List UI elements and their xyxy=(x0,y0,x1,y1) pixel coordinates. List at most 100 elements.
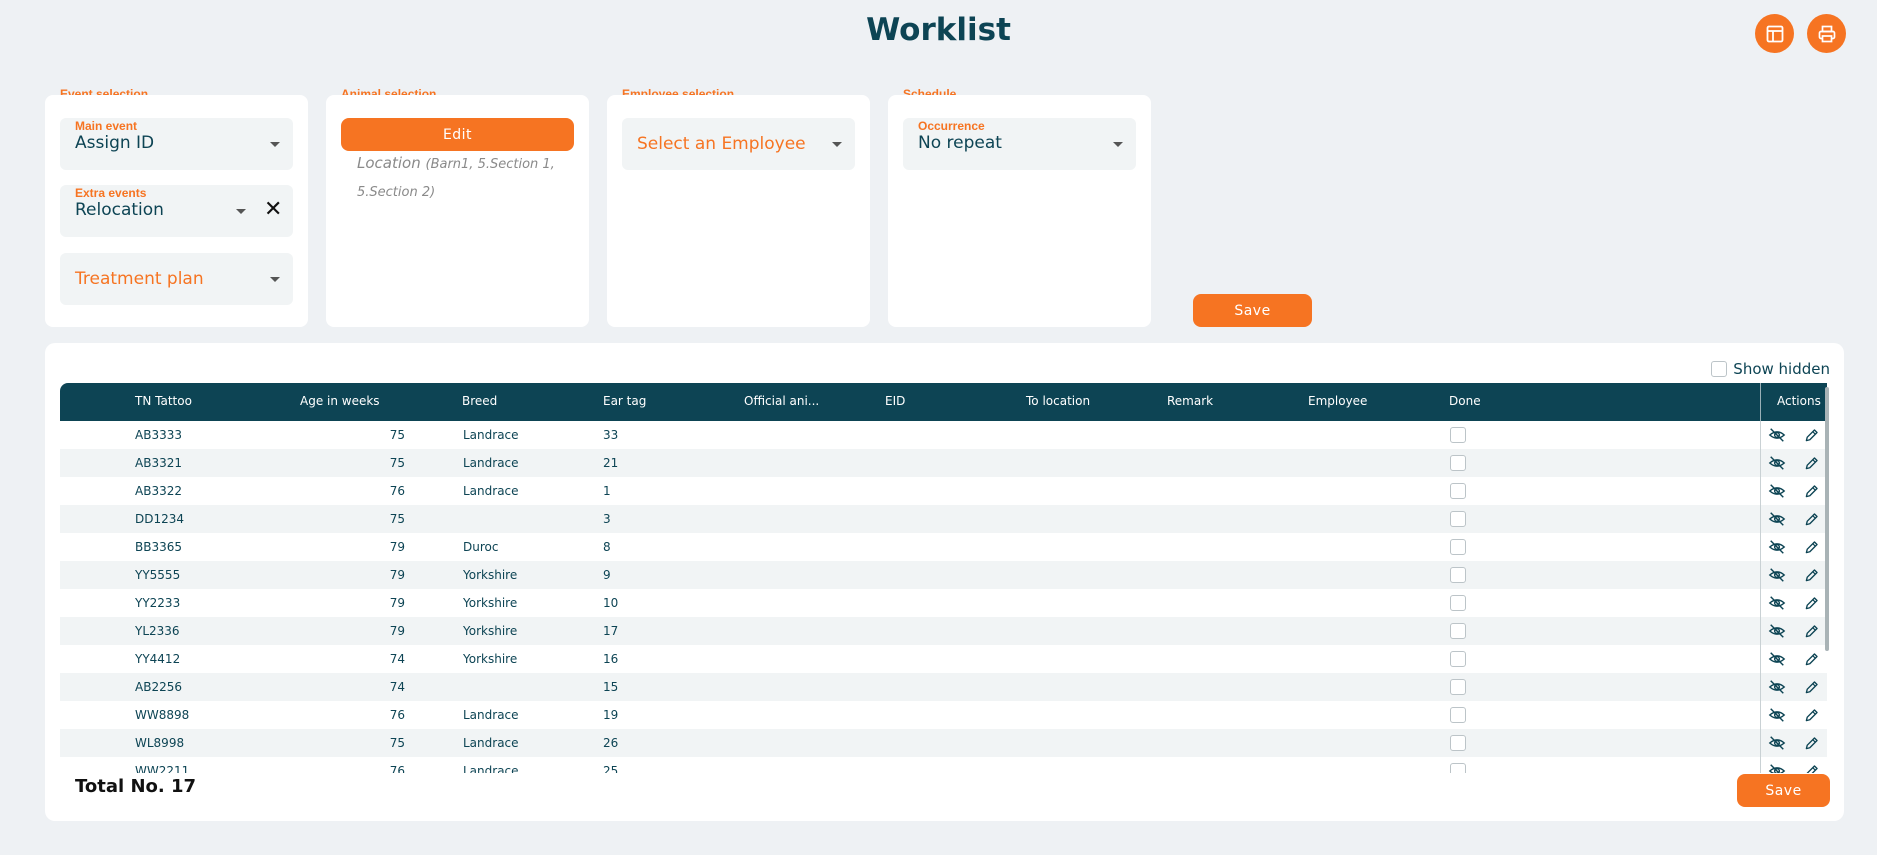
tattoo-cell: BB3365 xyxy=(135,540,183,554)
table-row[interactable]: AB2256 74 15 xyxy=(60,673,1827,701)
table-layout-button[interactable] xyxy=(1755,14,1794,53)
tattoo-cell: AB3322 xyxy=(135,484,182,498)
age-cell: 79 xyxy=(389,596,405,610)
page-title: Worklist xyxy=(866,12,1011,48)
edit-pencil-icon[interactable] xyxy=(1796,537,1826,557)
column-header[interactable]: To location xyxy=(1026,394,1090,408)
show-hidden-checkbox[interactable] xyxy=(1711,361,1728,377)
breed-cell: Landrace xyxy=(463,764,519,773)
done-checkbox[interactable] xyxy=(1450,567,1466,583)
table-row[interactable]: YY4412 74 Yorkshire 16 xyxy=(60,645,1827,673)
edit-pencil-icon[interactable] xyxy=(1796,621,1826,641)
column-header[interactable]: Official ani... xyxy=(744,394,819,408)
table-row[interactable]: WW8898 76 Landrace 19 xyxy=(60,701,1827,729)
table-row[interactable]: BB3365 79 Duroc 8 xyxy=(60,533,1827,561)
ear-tag-cell: 21 xyxy=(603,456,619,470)
done-checkbox[interactable] xyxy=(1450,511,1466,527)
hide-icon[interactable] xyxy=(1762,565,1792,585)
done-checkbox[interactable] xyxy=(1450,707,1466,723)
employee-select[interactable]: Select an Employee xyxy=(622,118,855,170)
done-checkbox[interactable] xyxy=(1450,651,1466,667)
tattoo-cell: AB3321 xyxy=(135,456,182,470)
actions-divider xyxy=(1760,533,1761,561)
edit-button[interactable]: Edit xyxy=(341,118,574,151)
done-checkbox[interactable] xyxy=(1450,595,1466,611)
edit-pencil-icon[interactable] xyxy=(1796,733,1826,753)
location-prefix: Location xyxy=(357,154,421,172)
done-checkbox[interactable] xyxy=(1450,539,1466,555)
done-checkbox[interactable] xyxy=(1450,679,1466,695)
hide-icon[interactable] xyxy=(1762,481,1792,501)
hide-icon[interactable] xyxy=(1762,621,1792,641)
ear-tag-cell: 15 xyxy=(603,680,619,694)
table-row[interactable]: AB3321 75 Landrace 21 xyxy=(60,449,1827,477)
print-button[interactable] xyxy=(1807,14,1846,53)
hide-icon[interactable] xyxy=(1762,537,1792,557)
age-cell: 75 xyxy=(389,512,405,526)
column-header[interactable]: Employee xyxy=(1308,394,1367,408)
hide-icon[interactable] xyxy=(1762,649,1792,669)
breed-cell: Yorkshire xyxy=(463,652,518,666)
table-row[interactable]: YY5555 79 Yorkshire 9 xyxy=(60,561,1827,589)
edit-pencil-icon[interactable] xyxy=(1796,425,1826,445)
main-event-select[interactable]: Main event Assign ID xyxy=(60,118,293,170)
ear-tag-cell: 3 xyxy=(603,512,611,526)
column-header[interactable]: Ear tag xyxy=(603,394,646,408)
save-button-top[interactable]: Save xyxy=(1193,294,1312,327)
tattoo-cell: DD1234 xyxy=(135,512,185,526)
worklist-table-card: Show hidden TN Tattoo Age in weeks Breed… xyxy=(45,343,1844,821)
hide-icon[interactable] xyxy=(1762,705,1792,725)
done-checkbox[interactable] xyxy=(1450,455,1466,471)
column-header[interactable]: Done xyxy=(1449,394,1481,408)
done-checkbox[interactable] xyxy=(1450,623,1466,639)
edit-pencil-icon[interactable] xyxy=(1796,761,1826,773)
edit-pencil-icon[interactable] xyxy=(1796,649,1826,669)
hide-icon[interactable] xyxy=(1762,509,1792,529)
table-row[interactable]: YY2233 79 Yorkshire 10 xyxy=(60,589,1827,617)
edit-pencil-icon[interactable] xyxy=(1796,705,1826,725)
tattoo-cell: WL8998 xyxy=(135,736,185,750)
actions-divider xyxy=(1760,729,1761,757)
table-row[interactable]: YL2336 79 Yorkshire 17 xyxy=(60,617,1827,645)
show-hidden-toggle[interactable]: Show hidden xyxy=(1711,360,1830,378)
main-event-value: Assign ID xyxy=(75,133,155,153)
table-row[interactable]: DD1234 75 3 xyxy=(60,505,1827,533)
done-checkbox[interactable] xyxy=(1450,483,1466,499)
breed-cell: Yorkshire xyxy=(463,624,518,638)
treatment-plan-select[interactable]: Treatment plan xyxy=(60,253,293,305)
column-header[interactable]: TN Tattoo xyxy=(135,394,192,408)
close-icon[interactable]: ✕ xyxy=(264,199,282,221)
hide-icon[interactable] xyxy=(1762,593,1792,613)
table-row[interactable]: WL8998 75 Landrace 26 xyxy=(60,729,1827,757)
done-checkbox[interactable] xyxy=(1450,763,1466,773)
hide-icon[interactable] xyxy=(1762,761,1792,773)
edit-pencil-icon[interactable] xyxy=(1796,481,1826,501)
hide-icon[interactable] xyxy=(1762,425,1792,445)
edit-pencil-icon[interactable] xyxy=(1796,593,1826,613)
actions-divider xyxy=(1760,421,1761,449)
edit-pencil-icon[interactable] xyxy=(1796,677,1826,697)
occurrence-select[interactable]: Occurrence No repeat xyxy=(903,118,1136,170)
save-button-bottom[interactable]: Save xyxy=(1737,774,1830,807)
edit-pencil-icon[interactable] xyxy=(1796,453,1826,473)
column-header[interactable]: EID xyxy=(885,394,905,408)
edit-pencil-icon[interactable] xyxy=(1796,565,1826,585)
hide-icon[interactable] xyxy=(1762,733,1792,753)
table-row[interactable]: WW2211 76 Landrace 25 xyxy=(60,757,1827,773)
hide-icon[interactable] xyxy=(1762,453,1792,473)
table-row[interactable]: AB3322 76 Landrace 1 xyxy=(60,477,1827,505)
column-header[interactable]: Breed xyxy=(462,394,497,408)
location-summary: Location (Barn1, 5.Section 1, 5.Section … xyxy=(357,150,567,206)
table-row[interactable]: AB3333 75 Landrace 33 xyxy=(60,421,1827,449)
chevron-down-icon xyxy=(270,142,280,147)
actions-divider xyxy=(1760,701,1761,729)
edit-pencil-icon[interactable] xyxy=(1796,509,1826,529)
column-header[interactable]: Age in weeks xyxy=(300,394,380,408)
hide-icon[interactable] xyxy=(1762,677,1792,697)
tattoo-cell: YY5555 xyxy=(135,568,181,582)
done-checkbox[interactable] xyxy=(1450,735,1466,751)
extra-events-select[interactable]: Extra events Relocation ✕ xyxy=(60,185,293,237)
column-header[interactable]: Remark xyxy=(1167,394,1213,408)
table-scrollbar[interactable] xyxy=(1825,387,1829,651)
done-checkbox[interactable] xyxy=(1450,427,1466,443)
